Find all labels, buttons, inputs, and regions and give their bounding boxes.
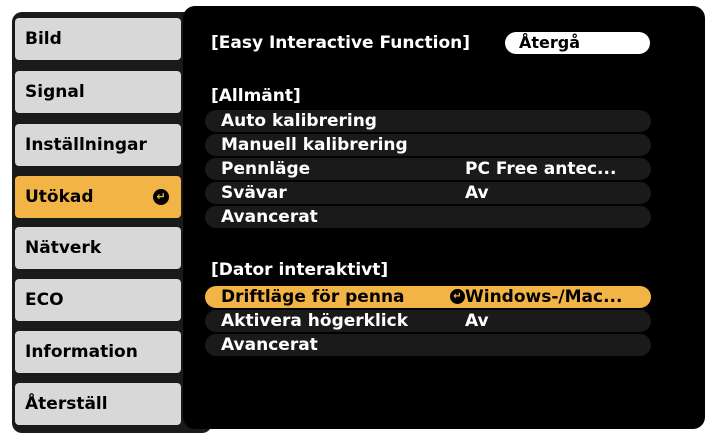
sidebar-item-eco[interactable]: ECO bbox=[15, 279, 181, 321]
sidebar-item-utokad[interactable]: Utökad ↵ bbox=[15, 176, 181, 218]
projector-menu-screen: Bild Signal Inställningar Utökad ↵ Nätve… bbox=[0, 0, 716, 435]
sidebar-item-label: Bild bbox=[25, 29, 62, 49]
row-value: PC Free antec... bbox=[465, 159, 617, 179]
sidebar-item-label: Information bbox=[25, 342, 138, 362]
row-label: Driftläge för penna bbox=[221, 287, 405, 307]
row-label: Svävar bbox=[221, 183, 287, 203]
menu-row-auto-calibration[interactable]: Auto kalibrering bbox=[205, 110, 651, 132]
sidebar-item-label: Inställningar bbox=[25, 135, 147, 155]
sidebar-item-signal[interactable]: Signal bbox=[15, 71, 181, 113]
menu-row-pen-mode[interactable]: Pennläge PC Free antec... bbox=[205, 158, 651, 180]
menu-row-hover[interactable]: Svävar Av bbox=[205, 182, 651, 204]
row-value: Av bbox=[465, 311, 489, 331]
enter-arrow-icon: ↵ bbox=[450, 289, 465, 304]
row-label: Manuell kalibrering bbox=[221, 135, 408, 155]
row-value: Windows-/Mac... bbox=[465, 287, 623, 307]
sidebar-item-bild[interactable]: Bild bbox=[15, 18, 181, 60]
sidebar-item-label: Nätverk bbox=[25, 238, 102, 258]
menu-row-advanced-computer[interactable]: Avancerat bbox=[205, 334, 651, 356]
sidebar-item-natverk[interactable]: Nätverk bbox=[15, 227, 181, 269]
row-label: Auto kalibrering bbox=[221, 111, 377, 131]
sidebar-item-label: Signal bbox=[25, 82, 85, 102]
row-value: Av bbox=[465, 183, 489, 203]
sidebar-item-label: Återställ bbox=[25, 394, 108, 414]
section-heading-computer-interactive: [Dator interaktivt] bbox=[211, 260, 389, 280]
sidebar-item-information[interactable]: Information bbox=[15, 331, 181, 373]
panel-title: [Easy Interactive Function] bbox=[211, 33, 471, 53]
back-button[interactable]: Återgå bbox=[505, 32, 650, 54]
sidebar-item-installningar[interactable]: Inställningar bbox=[15, 124, 181, 166]
menu-row-advanced-general[interactable]: Avancerat bbox=[205, 206, 651, 228]
section-heading-general: [Allmänt] bbox=[211, 86, 301, 106]
menu-row-enable-right-click[interactable]: Aktivera högerklick Av bbox=[205, 310, 651, 332]
sidebar-item-label: ECO bbox=[25, 290, 64, 310]
row-label: Avancerat bbox=[221, 207, 318, 227]
sidebar-item-label: Utökad bbox=[25, 187, 94, 207]
row-label: Pennläge bbox=[221, 159, 311, 179]
menu-row-pen-operation-mode[interactable]: Driftläge för penna ↵ Windows-/Mac... bbox=[205, 286, 651, 308]
enter-arrow-icon: ↵ bbox=[153, 189, 169, 205]
row-label: Avancerat bbox=[221, 335, 318, 355]
sidebar-item-aterstall[interactable]: Återställ bbox=[15, 383, 181, 425]
menu-row-manual-calibration[interactable]: Manuell kalibrering bbox=[205, 134, 651, 156]
row-label: Aktivera högerklick bbox=[221, 311, 409, 331]
